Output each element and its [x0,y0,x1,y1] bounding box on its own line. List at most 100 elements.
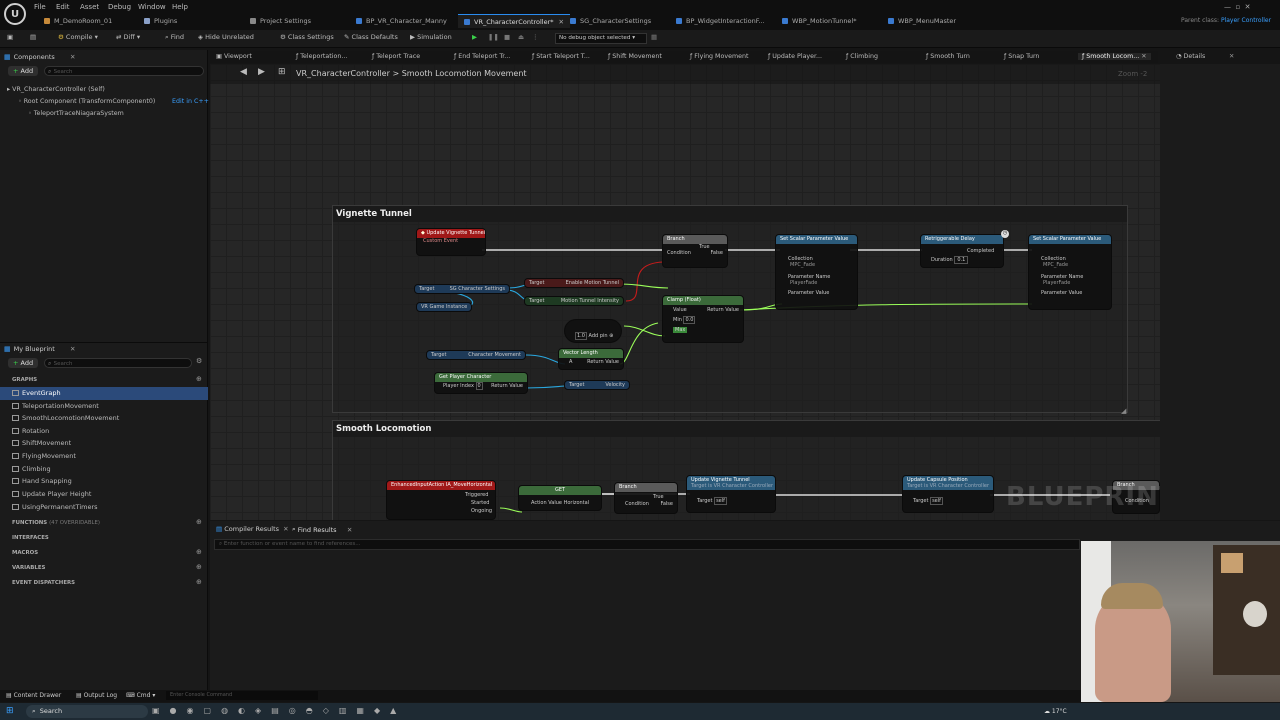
tab-find-results[interactable]: ⌕ Find Results ✕ [292,525,352,534]
interfaces-section[interactable]: INTERFACES [12,535,49,541]
simulation-button[interactable]: ▶ Simulation [410,33,452,41]
debug-object-select[interactable]: No debug object selected ▾ [555,33,647,44]
pin-target-value[interactable]: self [930,497,943,505]
pause-button[interactable]: ❚❚ [488,33,499,41]
menu-edit[interactable]: Edit [56,3,70,11]
tab-start-teleport[interactable]: ƒ Start Teleport T... [532,53,590,60]
node-clamp-float[interactable]: Clamp (Float) Value Return Value Min 0.0 … [662,295,744,343]
eject-button[interactable]: ⏏ [518,33,524,41]
blueprint-search-input[interactable]: ⌕ Search [44,358,192,368]
node-enable-motion-tunnel[interactable]: Target Enable Motion Tunnel [524,278,624,288]
doc-tab-menu-master[interactable]: WBP_MenuMaster [882,14,962,28]
pin-a[interactable]: A [569,359,572,365]
menu-window[interactable]: Window [138,3,166,11]
pin-completed[interactable]: Completed [921,244,1003,254]
hide-unrelated-button[interactable]: ◈ Hide Unrelated [198,33,254,41]
graph-item-teleportation[interactable]: TeleportationMovement [0,400,208,413]
close-icon[interactable]: ✕ [283,525,288,533]
variables-section[interactable]: VARIABLES [12,565,45,571]
graph-item-flying[interactable]: FlyingMovement [0,450,208,463]
parent-class-value[interactable]: Player Controller [1221,17,1271,24]
add-blueprint-item-button[interactable]: + Add [8,358,39,368]
doc-tab-bp-manny[interactable]: BP_VR_Character_Manny [350,14,453,28]
graph-item-player-height[interactable]: Update Player Height [0,488,208,501]
doc-tab-widget-interaction[interactable]: BP_WidgetInteractionF... [670,14,771,28]
pin-target[interactable]: Target [529,280,544,286]
weather-widget[interactable]: ☁ 17°C [1044,708,1067,715]
tab-teleport-trace[interactable]: ƒ Teleport Trace [372,53,420,60]
compile-button[interactable]: ⚙ Compile ▾ [58,33,98,41]
component-root[interactable]: ◦ Root Component (TransformComponent0) [18,98,155,105]
add-variable-icon[interactable]: ⊕ [196,563,202,571]
doc-tab-map[interactable]: M_DemoRoom_01 [38,14,118,28]
doc-tab-vr-controller[interactable]: VR_CharacterController* ✕ [458,14,570,28]
pin-add-value[interactable]: 1.0 [575,332,587,340]
close-icon[interactable]: ✕ [347,526,352,534]
more-options-icon[interactable]: ⋮ [532,33,539,41]
graph-item-rotation[interactable]: Rotation [0,425,208,438]
tab-viewport[interactable]: ▣ Viewport [216,53,252,60]
pin-return[interactable]: Return Value [707,307,739,313]
tab-flying-movement[interactable]: ƒ Flying Movement [690,53,748,60]
node-branch-2[interactable]: Branch True Condition False [614,482,678,514]
pin-return[interactable]: Return Value [587,359,619,365]
node-vr-game-instance[interactable]: VR Game Instance [416,302,472,312]
pin-target[interactable]: Target [569,382,584,388]
stop-button[interactable]: ■ [504,33,510,41]
node-retriggerable-delay[interactable]: Retriggerable Delay Completed Duration 0… [920,234,1004,268]
graph-item-smooth-locomotion[interactable]: SmoothLocomotionMovement [0,412,208,425]
menu-help[interactable]: Help [172,3,188,11]
doc-tab-sg-settings[interactable]: SG_CharacterSettings [564,14,657,28]
pin-param-name[interactable]: Parameter Name [776,268,857,280]
blueprint-graph-canvas[interactable]: ◀ ▶ ⊞ VR_CharacterController > Smooth Lo… [210,64,1160,520]
pin-return[interactable]: Return Value [491,383,523,389]
pin-true[interactable]: True [615,492,677,500]
node-set-scalar-parameter-2[interactable]: Set Scalar Parameter Value Collection MP… [1028,234,1112,310]
tab-teleportation[interactable]: ƒ Teleportation... [296,53,347,60]
play-button[interactable]: ▶ [472,33,477,41]
save-icon[interactable]: ▣ [7,33,13,41]
pin-ongoing[interactable]: Ongoing [387,506,495,514]
node-motion-tunnel-intensity[interactable]: Target Motion Tunnel Intensity [524,296,624,306]
tab-climbing[interactable]: ƒ Climbing [846,53,878,60]
menu-debug[interactable]: Debug [108,3,131,11]
node-get-action-value[interactable]: GET Action Value Horizontal [518,485,602,511]
pin-param-name[interactable]: Parameter Name [1029,268,1111,280]
menu-asset[interactable]: Asset [80,3,99,11]
menu-file[interactable]: File [34,3,46,11]
node-set-scalar-parameter[interactable]: Set Scalar Parameter Value Collection MP… [775,234,858,310]
pin-target[interactable]: Target [529,298,544,304]
node-add[interactable]: 1.0 Add pin ⊕ [564,319,622,343]
node-get-player-character[interactable]: Get Player Character Player Index 0 Retur… [434,372,528,394]
pin-started[interactable]: Started [387,498,495,506]
functions-section[interactable]: FUNCTIONS (47 OVERRIDABLE) [12,520,100,526]
add-component-button[interactable]: + Add [8,66,39,76]
graph-item-eventgraph[interactable]: EventGraph [0,387,208,400]
gear-icon[interactable]: ⚙ [196,357,202,365]
tab-shift-movement[interactable]: ƒ Shift Movement [608,53,662,60]
console-command-input[interactable]: Enter Console Command [166,691,318,700]
pin-collection[interactable]: Collection [1029,244,1111,262]
dispatchers-section[interactable]: EVENT DISPATCHERS [12,580,75,586]
pin-target[interactable]: Target [913,498,928,504]
add-graph-icon[interactable]: ⊕ [196,375,202,383]
class-defaults-button[interactable]: ✎ Class Defaults [344,33,398,41]
pin-target[interactable]: Target [419,286,434,292]
edit-in-cpp-link[interactable]: Edit in C++ [172,98,209,105]
tab-snap-turn[interactable]: ƒ Snap Turn [1004,53,1039,60]
windows-start-icon[interactable]: ⊞ [6,706,14,716]
pin-false[interactable]: False [710,250,723,256]
doc-tab-motion-tunnel[interactable]: WBP_MotionTunnel* [776,14,863,28]
component-self[interactable]: ▸ VR_CharacterController (Self) [7,86,105,93]
node-enhanced-input-action[interactable]: EnhancedInputAction IA_MoveHorizontal Tr… [386,480,496,520]
node-update-vignette-event[interactable]: ◆ Update Vignette Tunnel Custom Event [416,228,486,256]
pin-triggered[interactable]: Triggered [387,490,495,498]
pin-player-index[interactable]: Player Index [443,383,474,389]
graph-item-shift[interactable]: ShiftMovement [0,437,208,450]
pin-max[interactable]: Max [673,327,688,333]
tab-compiler-results[interactable]: ▤ Compiler Results ✕ [216,525,289,533]
pin-collection[interactable]: Collection [776,244,857,262]
tab-update-player[interactable]: ƒ Update Player... [768,53,822,60]
pin-param-value[interactable]: Parameter Value [776,286,857,296]
add-function-icon[interactable]: ⊕ [196,518,202,526]
